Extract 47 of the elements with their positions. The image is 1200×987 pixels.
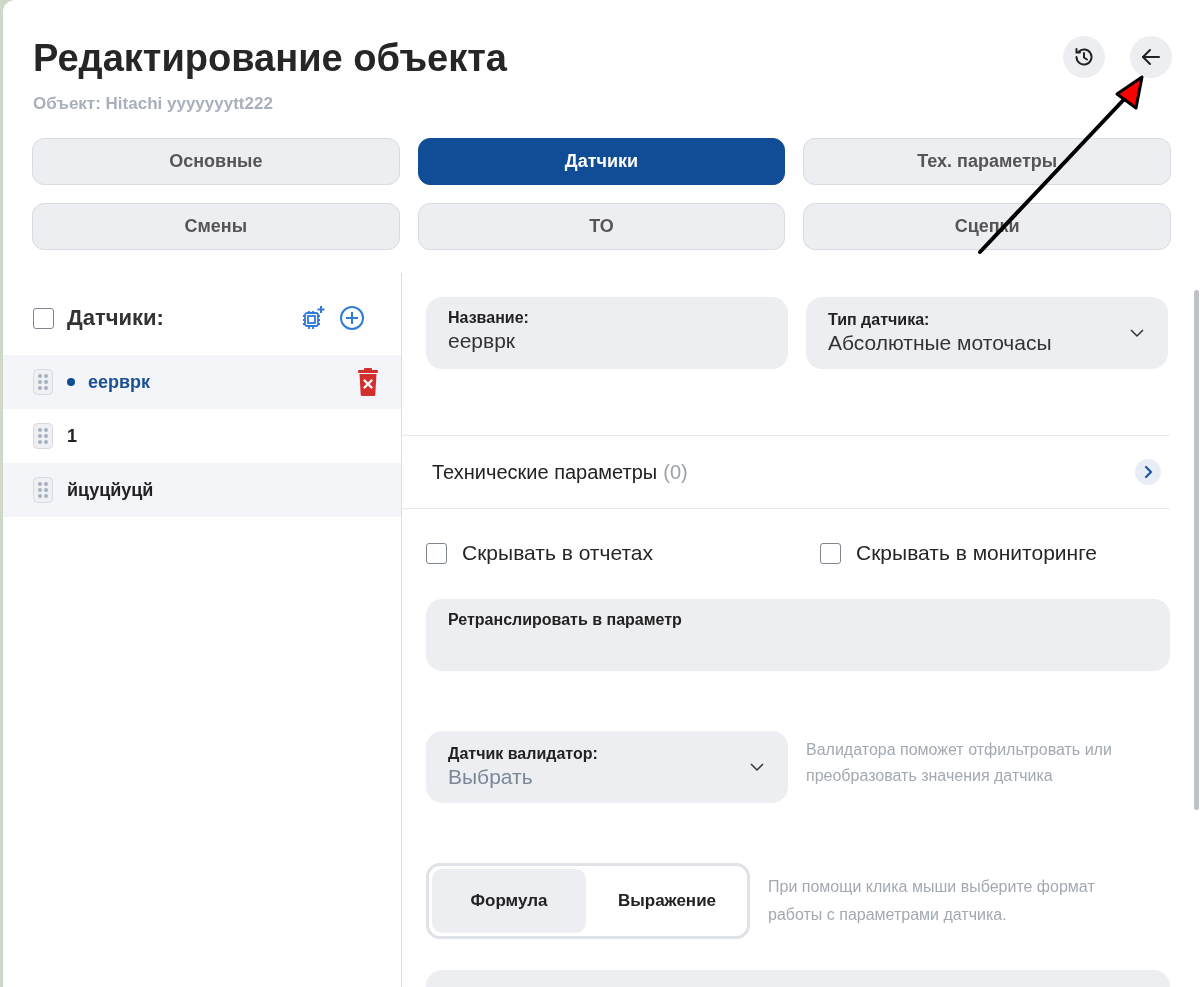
drag-handle-icon[interactable]: [33, 423, 53, 449]
sensor-name: 1: [67, 425, 78, 447]
page-title: Редактирование объекта: [33, 36, 507, 80]
name-field[interactable]: Название: еерврк: [426, 297, 788, 369]
add-icon[interactable]: [339, 305, 365, 331]
history-button[interactable]: [1063, 36, 1105, 78]
field-value: Абсолютные моточасы: [828, 331, 1052, 355]
field-value: еерврк: [448, 329, 517, 353]
object-subtitle: Объект: Hitachi yyyyyyytt222: [33, 94, 274, 114]
drag-handle-icon[interactable]: [33, 369, 53, 395]
sensor-name: еерврк: [88, 371, 152, 393]
checkbox-label: Скрывать в мониторинге: [856, 541, 1098, 565]
tab[interactable]: Смены: [32, 203, 400, 250]
tech-params-row[interactable]: Технические параметры (0): [402, 435, 1170, 509]
select-placeholder: Выбрать: [448, 765, 534, 789]
drag-handle-icon[interactable]: [33, 477, 53, 503]
back-button[interactable]: [1130, 36, 1172, 78]
mode-option[interactable]: Формула: [432, 869, 586, 933]
chevron-right-icon[interactable]: [1134, 458, 1162, 486]
chip-plus-icon[interactable]: [300, 305, 326, 331]
sensor-item[interactable]: йцуцйуцй: [3, 463, 401, 517]
delete-icon[interactable]: [357, 368, 379, 396]
section-label: Технические параметры: [432, 460, 658, 483]
sensor-item[interactable]: еерврк: [3, 355, 401, 409]
sensor-type-select[interactable]: Тип датчика: Абсолютные моточасы: [806, 297, 1168, 369]
hint-text: При помощи клика мыши выберите формат работы с параметрами датчика.: [768, 877, 1096, 925]
validator-select[interactable]: Датчик валидатор: Выбрать: [426, 731, 788, 803]
field-label: Тип датчика:: [828, 311, 931, 329]
checkbox[interactable]: [426, 542, 447, 564]
tab[interactable]: Тех. параметры: [803, 138, 1171, 185]
select-all-checkbox[interactable]: [33, 307, 54, 329]
tab[interactable]: ТО: [417, 203, 786, 250]
sensor-item[interactable]: 1: [3, 409, 401, 463]
count-label: (0): [663, 460, 688, 483]
checkbox[interactable]: [820, 542, 841, 564]
tab[interactable]: Основные: [32, 138, 400, 185]
sensors-title: Датчики:: [67, 305, 165, 331]
hint-text: Валидатора поможет отфильтровать или преобразовать значения датчика: [806, 740, 1113, 786]
field-label: Название:: [448, 309, 530, 327]
field-label: Датчик валидатор:: [448, 745, 598, 763]
scrollbar[interactable]: [1194, 290, 1199, 810]
checkbox-label: Скрывать в отчетах: [462, 541, 653, 565]
tab[interactable]: Датчики: [417, 138, 786, 185]
bullet-dot: [67, 378, 75, 386]
field-label: Ретранслировать в параметр: [448, 611, 683, 629]
relay-parameter-field[interactable]: Ретранслировать в параметр: [426, 599, 1170, 671]
sensor-name: йцуцйуцй: [67, 479, 155, 501]
